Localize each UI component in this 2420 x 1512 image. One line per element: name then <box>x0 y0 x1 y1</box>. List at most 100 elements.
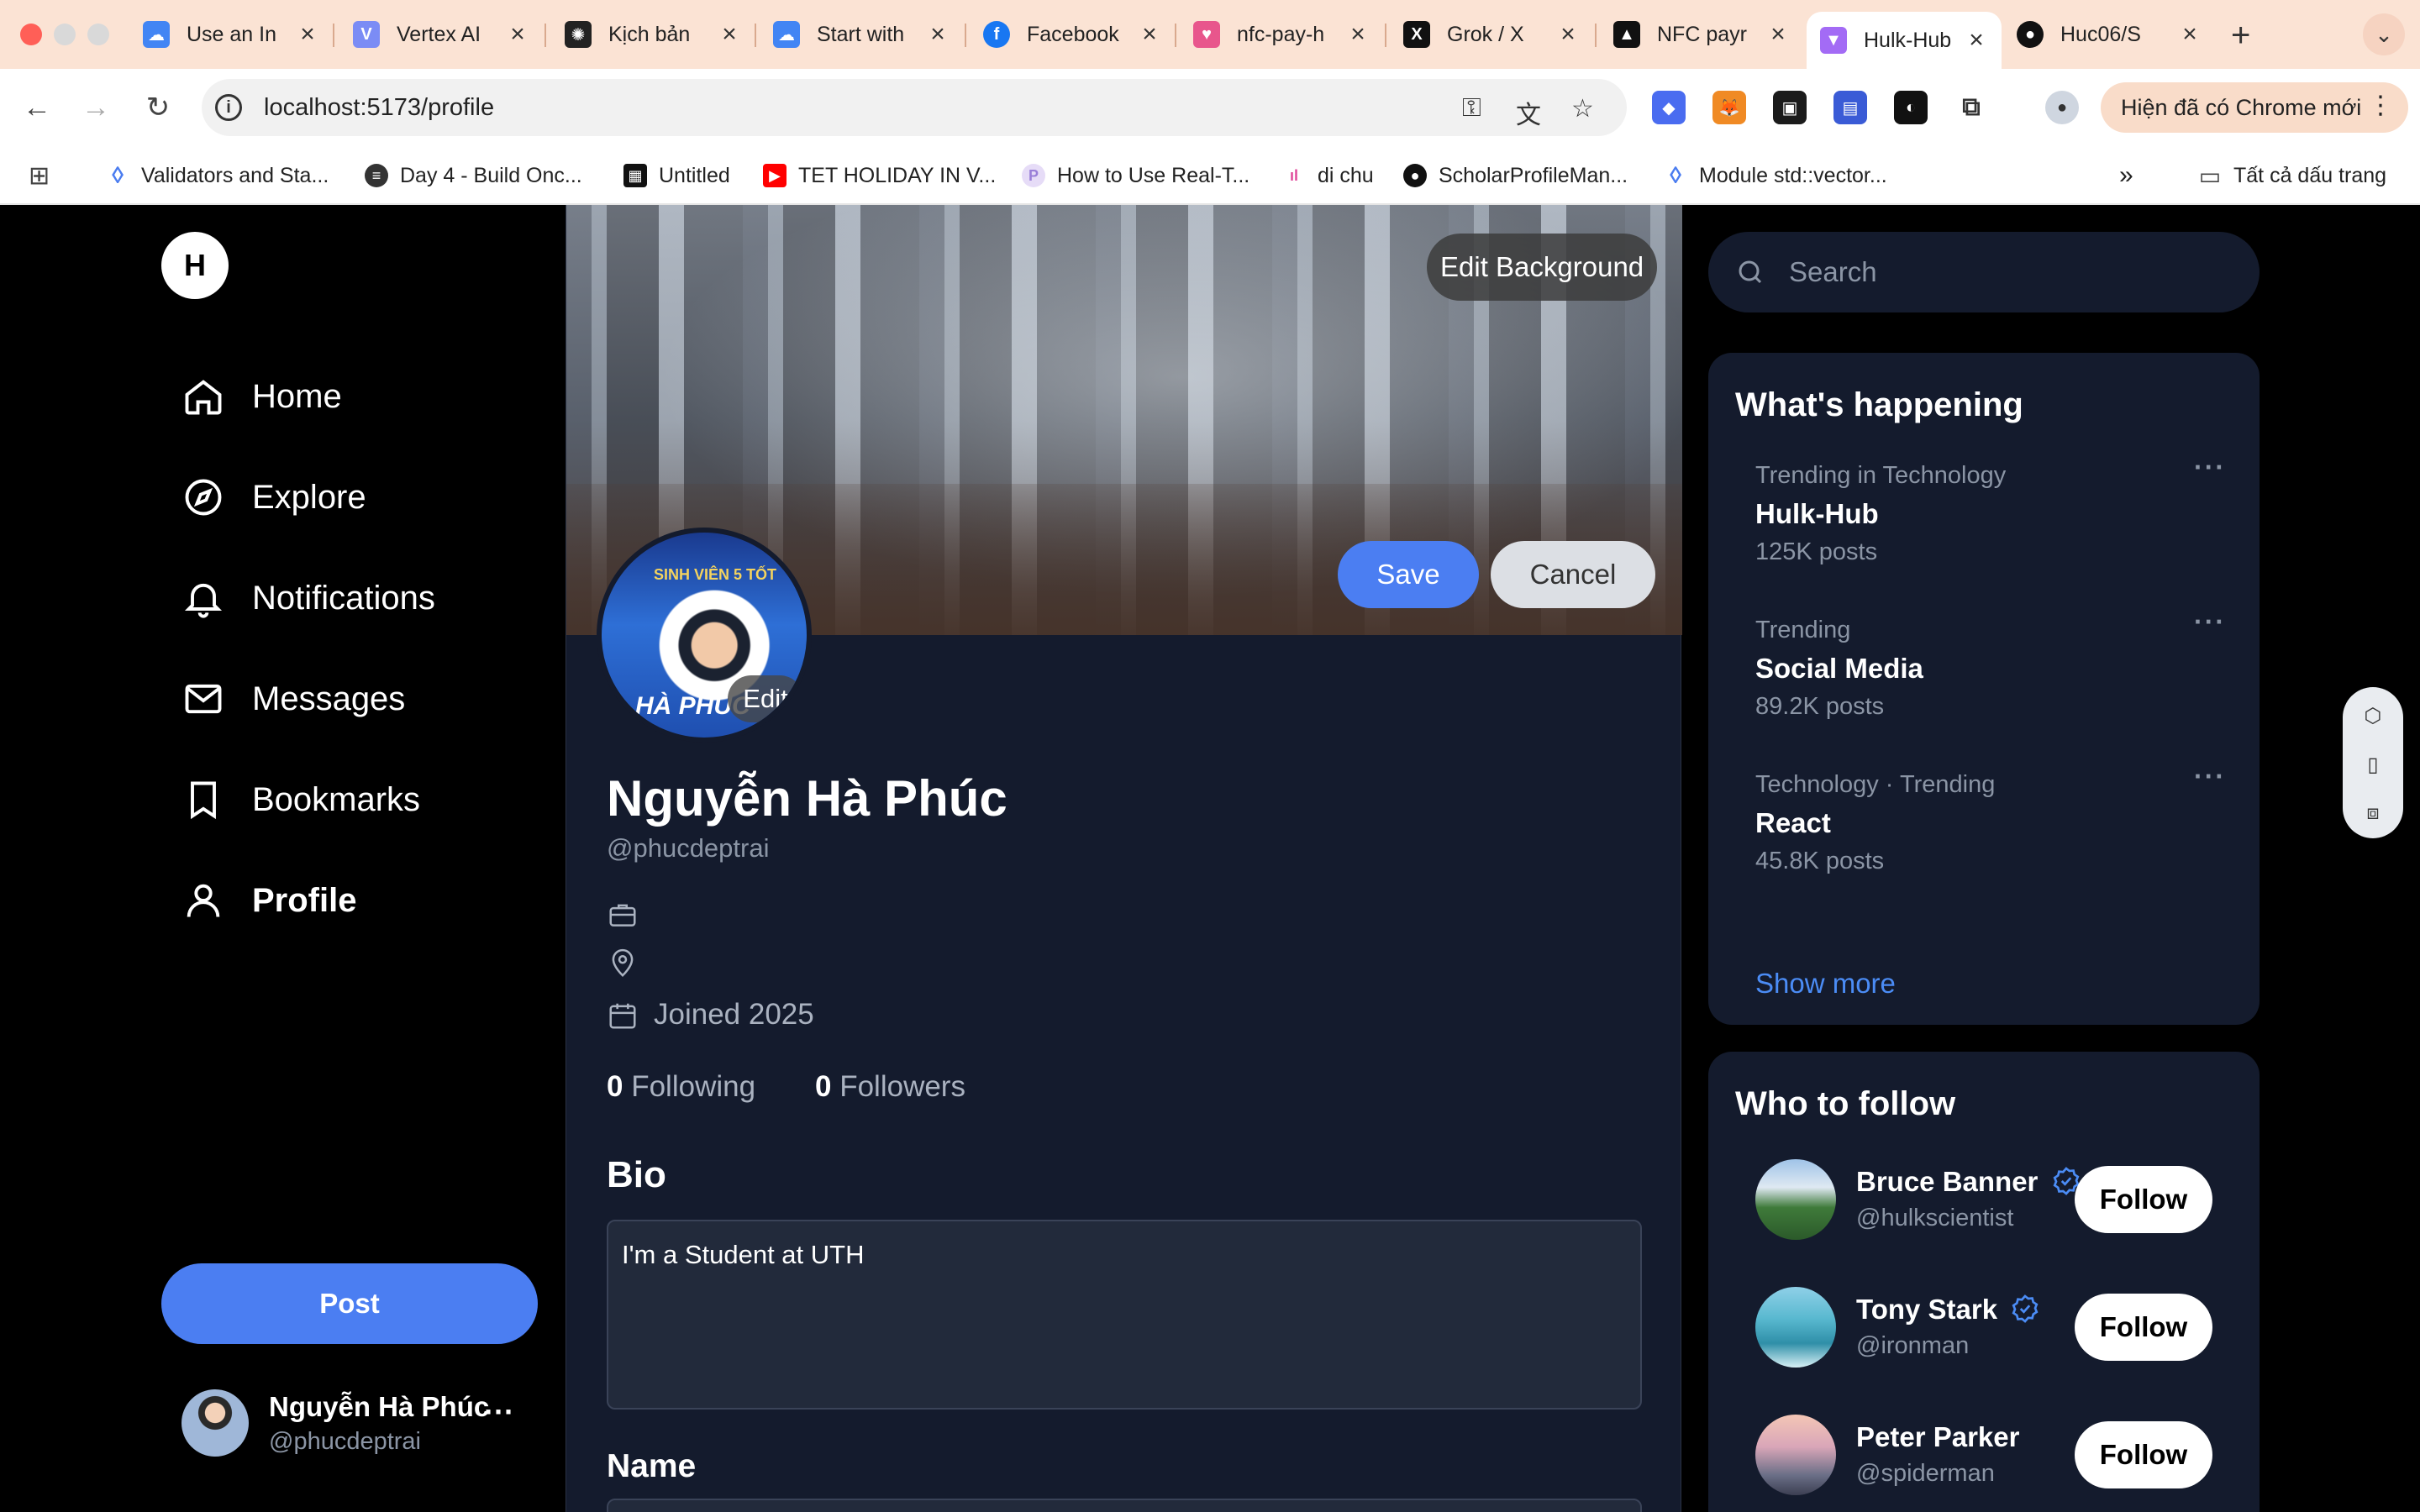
browser-tab[interactable]: ☁ Use an In × <box>143 12 319 57</box>
browser-tab[interactable]: ♥ nfc-pay-h × <box>1193 12 1370 57</box>
profile-avatar[interactable]: SINH VIÊN 5 TỐT HÀ PHÚC Edit <box>597 528 812 743</box>
openai-icon: ✺ <box>565 21 592 48</box>
extensions-puzzle-icon[interactable]: ⧉ <box>1954 91 1988 124</box>
nav-notifications[interactable]: Notifications <box>182 573 435 623</box>
following-link[interactable]: 0 Following <box>607 1070 755 1103</box>
close-window-button[interactable] <box>20 24 42 45</box>
who-to-follow-card: Who to follow Bruce Banner @hulkscientis… <box>1708 1052 2260 1512</box>
forward-icon[interactable]: → <box>76 87 116 128</box>
bookmark-icon[interactable]: ▯ <box>2360 751 2386 778</box>
screenshot-icon[interactable]: ⧈ <box>2360 800 2386 827</box>
search-input[interactable] <box>1789 249 2226 296</box>
browser-tab-active[interactable]: ▼ Hulk-Hub × <box>1807 12 2002 69</box>
chrome-update-button[interactable]: Hiện đã có Chrome mới ⋮ <box>2101 82 2408 133</box>
app-logo[interactable]: H <box>161 232 229 299</box>
more-options-icon[interactable]: ··· <box>484 1394 514 1430</box>
browser-tab[interactable]: ● Huc06/S × <box>2017 12 2202 57</box>
profile-avatar-icon[interactable]: ● <box>2045 91 2079 124</box>
chrome-menu-icon[interactable]: ⋮ <box>2368 91 2393 120</box>
browser-tab[interactable]: f Facebook × <box>983 12 1161 57</box>
p-icon: P <box>1022 164 1045 187</box>
extension-icon[interactable]: ◆ <box>1652 91 1686 124</box>
more-options-icon[interactable]: ··· <box>2194 761 2226 792</box>
bookmark-item[interactable]: ıl di chu <box>1282 161 1374 190</box>
bookmark-item[interactable]: ◊ Validators and Sta... <box>106 161 329 190</box>
password-key-icon[interactable]: ⚿ <box>1462 94 1481 123</box>
cancel-button[interactable]: Cancel <box>1491 541 1655 608</box>
github-icon: ● <box>1403 164 1427 187</box>
close-tab-icon[interactable]: × <box>296 20 319 49</box>
browser-tab[interactable]: ✺ Kịch bản × <box>565 12 741 57</box>
bookmark-item[interactable]: ≡ Day 4 - Build Onc... <box>365 161 582 190</box>
bio-textarea[interactable]: I'm a Student at UTH <box>607 1220 1642 1410</box>
bookmark-item[interactable]: ▶ TET HOLIDAY IN V... <box>763 161 996 190</box>
trend-item[interactable]: Trending in Technology Hulk-Hub 125K pos… <box>1755 452 2226 566</box>
new-tab-icon[interactable]: + <box>2231 17 2250 55</box>
browser-tab-strip: ☁ Use an In × V Vertex AI × ✺ Kịch bản ×… <box>0 0 2420 69</box>
bookmark-item[interactable]: P How to Use Real-T... <box>1022 161 1249 190</box>
close-tab-icon[interactable]: × <box>1138 20 1161 49</box>
more-options-icon[interactable]: ··· <box>2194 606 2226 638</box>
nav-profile[interactable]: Profile <box>182 875 356 926</box>
follow-suggestion[interactable]: Peter Parker @spiderman Follow <box>1755 1415 2226 1495</box>
nav-explore[interactable]: Explore <box>182 472 366 522</box>
show-more-link[interactable]: Show more <box>1755 968 1896 1000</box>
follow-stats: 0 Following 0 Followers <box>607 1070 965 1104</box>
close-tab-icon[interactable]: × <box>1965 26 1988 55</box>
nav-home[interactable]: Home <box>182 371 342 422</box>
extension-icon[interactable]: ▤ <box>1833 91 1867 124</box>
nav-bookmarks[interactable]: Bookmarks <box>182 774 420 825</box>
followers-link[interactable]: 0 Followers <box>815 1070 965 1104</box>
apps-grid-icon[interactable]: ⊞ <box>29 161 50 190</box>
bookmark-item[interactable]: ▦ Untitled <box>623 161 730 190</box>
close-tab-icon[interactable]: × <box>2178 20 2202 49</box>
all-bookmarks-folder[interactable]: ▭ Tất cả dấu trang <box>2198 161 2386 190</box>
edit-background-button[interactable]: Edit Background <box>1427 234 1658 301</box>
more-bookmarks-icon[interactable]: » <box>2119 161 2133 190</box>
zoom-window-button[interactable] <box>87 24 109 45</box>
post-button[interactable]: Post <box>161 1263 538 1344</box>
edit-avatar-button[interactable]: Edit <box>728 675 803 722</box>
follow-button[interactable]: Follow <box>2075 1294 2212 1361</box>
back-icon[interactable]: ← <box>17 87 57 128</box>
follow-button[interactable]: Follow <box>2075 1166 2212 1233</box>
address-bar[interactable]: i localhost:5173/profile ⚿ 文 ☆ <box>202 79 1627 136</box>
close-tab-icon[interactable]: × <box>1556 20 1580 49</box>
reload-icon[interactable]: ↻ <box>138 87 178 128</box>
close-tab-icon[interactable]: × <box>1766 20 1790 49</box>
browser-tab[interactable]: ▲ NFC payr × <box>1613 12 1790 57</box>
tab-search-icon[interactable]: ⌄ <box>2363 13 2405 55</box>
follow-button[interactable]: Follow <box>2075 1421 2212 1488</box>
close-tab-icon[interactable]: × <box>718 20 741 49</box>
bookmarks-bar: ⊞ ◊ Validators and Sta... ≡ Day 4 - Buil… <box>0 146 2420 205</box>
bookmark-item[interactable]: ◊ Module std::vector... <box>1664 161 1887 190</box>
bookmark-item[interactable]: ● ScholarProfileMan... <box>1403 161 1628 190</box>
profile-column: Edit Background Save Cancel SINH VIÊN 5 … <box>566 205 1682 1512</box>
minimize-window-button[interactable] <box>54 24 76 45</box>
close-tab-icon[interactable]: × <box>506 20 529 49</box>
trend-item[interactable]: Trending Social Media 89.2K posts ··· <box>1755 606 2226 721</box>
close-tab-icon[interactable]: × <box>926 20 950 49</box>
nav-messages[interactable]: Messages <box>182 674 405 724</box>
bookmark-star-icon[interactable]: ☆ <box>1571 94 1594 123</box>
browser-tab[interactable]: ☁ Start with × <box>773 12 950 57</box>
browser-tab[interactable]: X Grok / X × <box>1403 12 1580 57</box>
url-text[interactable]: localhost:5173/profile <box>264 94 494 122</box>
follow-suggestion[interactable]: Bruce Banner @hulkscientist Follow <box>1755 1159 2226 1240</box>
save-button[interactable]: Save <box>1338 541 1479 608</box>
close-tab-icon[interactable]: × <box>1346 20 1370 49</box>
browser-tab[interactable]: V Vertex AI × <box>353 12 529 57</box>
extension-icon[interactable]: ▣ <box>1773 91 1807 124</box>
translate-icon[interactable]: 文 <box>1516 94 1541 131</box>
account-switcher[interactable]: Nguyễn Hà Phúc @phucdeptrai ··· <box>182 1389 534 1457</box>
follow-suggestion[interactable]: Tony Stark @ironman Follow <box>1755 1287 2226 1368</box>
google-cloud-icon: ☁ <box>143 21 170 48</box>
name-input[interactable] <box>607 1499 1642 1512</box>
hexagon-icon[interactable]: ⬡ <box>2360 702 2386 729</box>
search-bar[interactable] <box>1708 232 2260 312</box>
extension-icon[interactable]: ◐ <box>1894 91 1928 124</box>
more-options-icon[interactable]: ··· <box>2194 452 2226 483</box>
site-info-icon[interactable]: i <box>215 94 242 121</box>
metamask-icon[interactable]: 🦊 <box>1712 91 1746 124</box>
trend-item[interactable]: Technology · Trending React 45.8K posts … <box>1755 761 2226 875</box>
